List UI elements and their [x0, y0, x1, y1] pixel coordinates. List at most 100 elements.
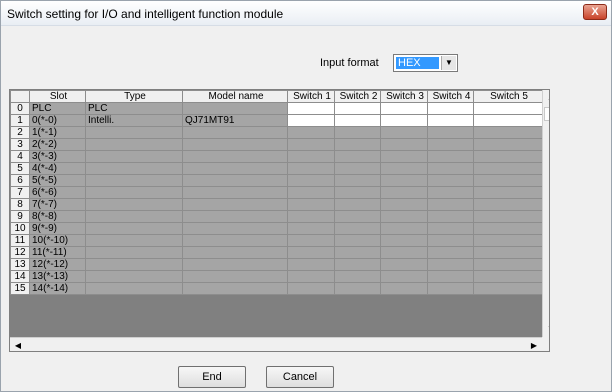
switch-3-cell	[380, 270, 428, 283]
grid-body: 0 PLC PLC 1 0(*-0) Intelli. QJ71MT91 2 1(*-1) 3 2(…	[10, 102, 543, 295]
switch-4-cell	[427, 210, 474, 223]
switch-4-cell	[427, 222, 474, 235]
table-row[interactable]: 1 0(*-0) Intelli. QJ71MT91	[10, 114, 543, 127]
switch-5-cell[interactable]	[473, 102, 543, 115]
slot-cell: 6(*-6)	[29, 186, 86, 199]
switch-5-cell[interactable]	[473, 114, 543, 127]
chevron-down-icon[interactable]: ▼	[441, 56, 456, 70]
vertical-scrollbar[interactable]: ▲ ▼	[542, 90, 549, 337]
switch-1-cell	[287, 258, 335, 271]
switch-5-cell	[473, 234, 543, 247]
column-header-switch-3[interactable]: Switch 3	[380, 90, 428, 103]
scroll-up-icon[interactable]: ▲	[543, 90, 549, 106]
vertical-scroll-thumb[interactable]	[544, 107, 549, 121]
switch-3-cell	[380, 222, 428, 235]
table-row[interactable]: 8 7(*-7)	[10, 198, 543, 211]
end-button[interactable]: End	[178, 366, 246, 388]
table-row[interactable]: 14 13(*-13)	[10, 270, 543, 283]
table-row[interactable]: 4 3(*-3)	[10, 150, 543, 163]
model-name-cell	[182, 210, 288, 223]
column-header-type[interactable]: Type	[85, 90, 183, 103]
switch-3-cell	[380, 234, 428, 247]
slot-cell: 8(*-8)	[29, 210, 86, 223]
scrollbar-corner	[542, 337, 549, 351]
model-name-cell	[182, 174, 288, 187]
table-row[interactable]: 10 9(*-9)	[10, 222, 543, 235]
switch-2-cell	[334, 126, 381, 139]
close-button[interactable]: X	[583, 4, 607, 20]
column-header-switch-1[interactable]: Switch 1	[287, 90, 335, 103]
scroll-left-icon[interactable]: ◀	[10, 338, 26, 351]
switch-4-cell	[427, 186, 474, 199]
switch-5-cell	[473, 174, 543, 187]
column-header-switch-2[interactable]: Switch 2	[334, 90, 381, 103]
row-index: 9	[10, 210, 30, 223]
switch-4-cell	[427, 282, 474, 295]
switch-4-cell[interactable]	[427, 114, 474, 127]
table-row[interactable]: 11 10(*-10)	[10, 234, 543, 247]
switch-2-cell	[334, 186, 381, 199]
table-row[interactable]: 3 2(*-2)	[10, 138, 543, 151]
dialog-window: Switch setting for I/O and intelligent f…	[0, 0, 612, 392]
input-format-select[interactable]: HEX ▼	[393, 54, 458, 72]
switch-3-cell	[380, 138, 428, 151]
switch-1-cell	[287, 162, 335, 175]
switch-5-cell	[473, 198, 543, 211]
switch-2-cell	[334, 162, 381, 175]
switch-3-cell	[380, 150, 428, 163]
table-row[interactable]: 0 PLC PLC	[10, 102, 543, 115]
switch-1-cell	[287, 174, 335, 187]
slot-cell: 7(*-7)	[29, 198, 86, 211]
table-row[interactable]: 15 14(*-14)	[10, 282, 543, 295]
switch-5-cell	[473, 186, 543, 199]
switch-4-cell	[427, 174, 474, 187]
switch-2-cell	[334, 150, 381, 163]
switch-1-cell	[287, 234, 335, 247]
table-row[interactable]: 7 6(*-6)	[10, 186, 543, 199]
model-name-cell	[182, 222, 288, 235]
column-header-switch-5[interactable]: Switch 5	[473, 90, 543, 103]
slot-cell: 14(*-14)	[29, 282, 86, 295]
table-row[interactable]: 13 12(*-12)	[10, 258, 543, 271]
table-row[interactable]: 6 5(*-5)	[10, 174, 543, 187]
table-row[interactable]: 12 11(*-11)	[10, 246, 543, 259]
column-header-slot[interactable]: Slot	[29, 90, 86, 103]
switch-3-cell[interactable]	[380, 102, 428, 115]
switch-2-cell	[334, 270, 381, 283]
type-cell: Intelli.	[85, 114, 183, 127]
model-name-cell	[182, 138, 288, 151]
slot-cell: 13(*-13)	[29, 270, 86, 283]
column-header-switch-4[interactable]: Switch 4	[427, 90, 474, 103]
title-bar[interactable]: Switch setting for I/O and intelligent f…	[1, 1, 611, 26]
cancel-button[interactable]: Cancel	[266, 366, 334, 388]
switch-3-cell[interactable]	[380, 114, 428, 127]
switch-2-cell	[334, 210, 381, 223]
switch-4-cell	[427, 138, 474, 151]
type-cell	[85, 246, 183, 259]
model-name-cell: QJ71MT91	[182, 114, 288, 127]
scroll-right-icon[interactable]: ▶	[526, 338, 542, 351]
switch-4-cell[interactable]	[427, 102, 474, 115]
switch-1-cell	[287, 282, 335, 295]
column-header-index	[10, 90, 30, 103]
table-row[interactable]: 2 1(*-1)	[10, 126, 543, 139]
type-cell	[85, 150, 183, 163]
row-index: 14	[10, 270, 30, 283]
table-row[interactable]: 9 8(*-8)	[10, 210, 543, 223]
type-cell	[85, 198, 183, 211]
column-header-model-name[interactable]: Model name	[182, 90, 288, 103]
scroll-down-icon[interactable]: ▼	[543, 321, 549, 337]
switch-2-cell[interactable]	[334, 102, 381, 115]
model-name-cell	[182, 246, 288, 259]
switch-1-cell[interactable]	[287, 102, 335, 115]
horizontal-scrollbar[interactable]: ◀ ▶	[10, 337, 542, 351]
row-index: 0	[10, 102, 30, 115]
switch-1-cell[interactable]	[287, 114, 335, 127]
row-index: 3	[10, 138, 30, 151]
slot-cell: 5(*-5)	[29, 174, 86, 187]
table-row[interactable]: 5 4(*-4)	[10, 162, 543, 175]
row-index: 8	[10, 198, 30, 211]
switch-2-cell[interactable]	[334, 114, 381, 127]
slot-cell: 11(*-11)	[29, 246, 86, 259]
switch-2-cell	[334, 198, 381, 211]
